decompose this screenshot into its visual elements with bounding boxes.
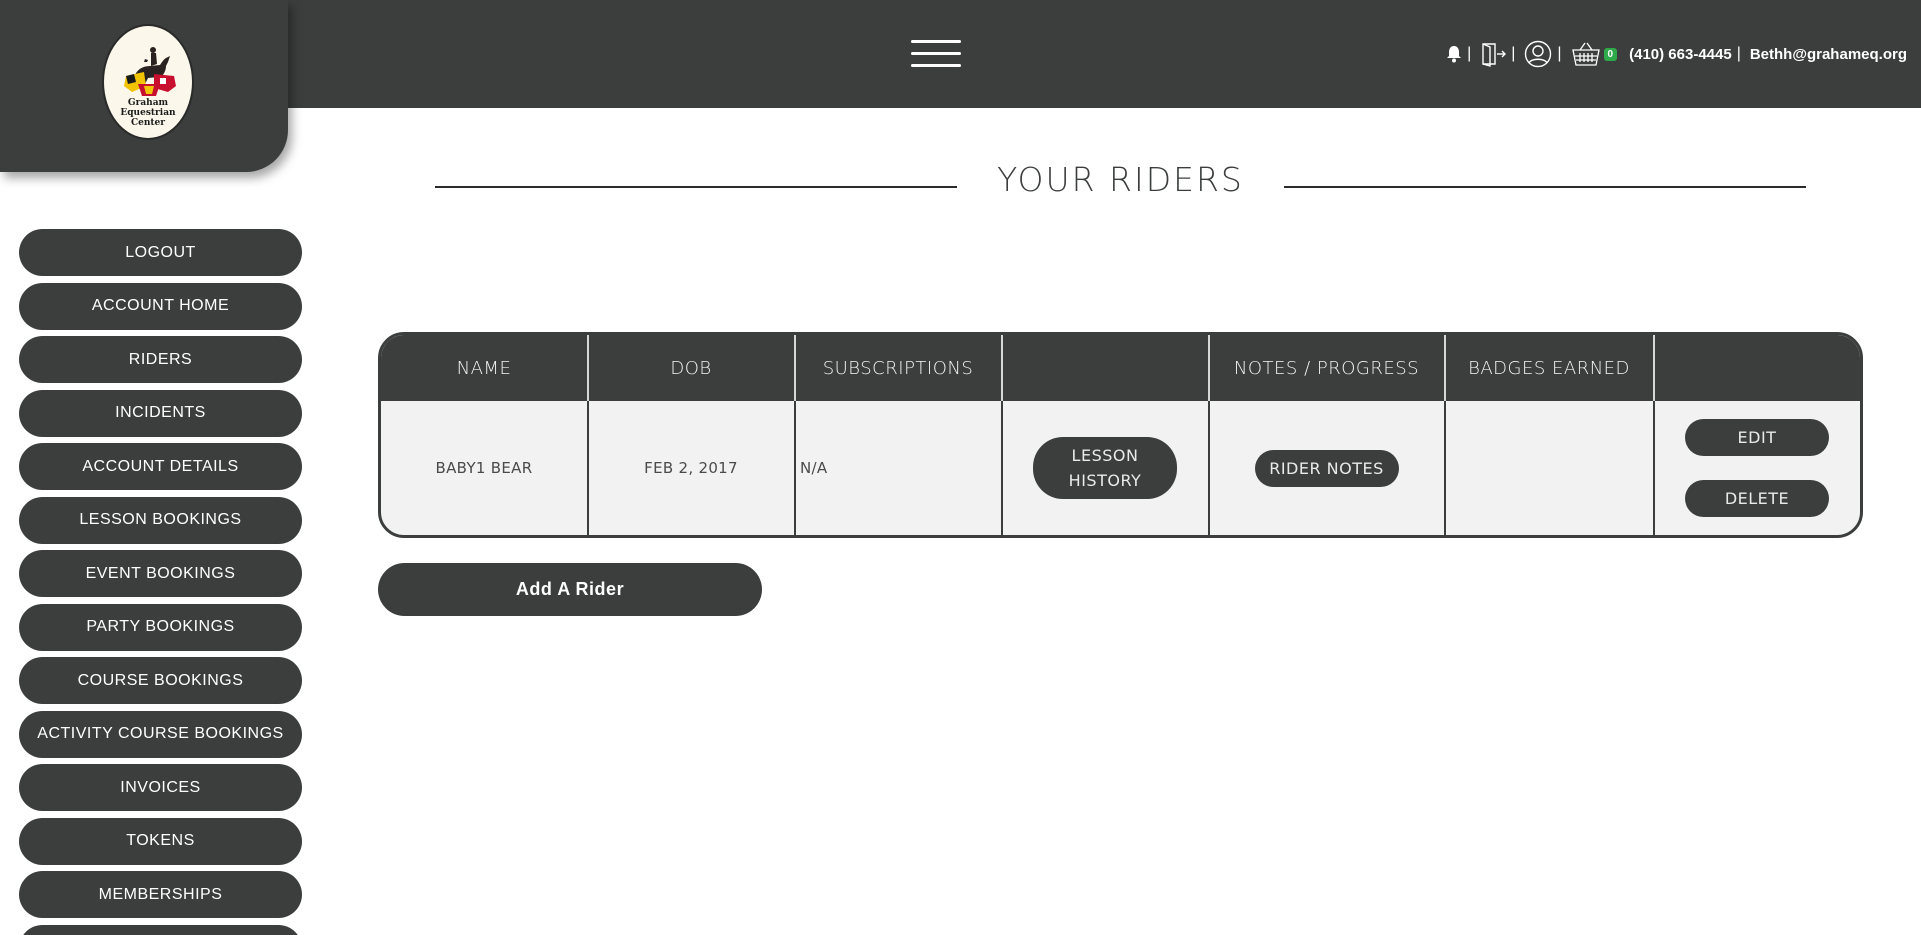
sidebar-item-lesson-bookings[interactable]: LESSON BOOKINGS (19, 496, 302, 544)
cell-actions: EDIT DELETE (1654, 401, 1860, 535)
cell-rider-dob: FEB 2, 2017 (644, 459, 738, 477)
cell-rider-subscriptions: N/A (800, 459, 828, 477)
page: | | | 0 (410) 663-4445 | Bethh@grahameq.… (0, 0, 1921, 935)
edit-rider-button[interactable]: EDIT (1685, 419, 1829, 456)
sidebar-item-invoices[interactable]: INVOICES (19, 764, 302, 811)
column-header-name: NAME (456, 357, 512, 379)
add-rider-button[interactable]: Add A Rider (378, 563, 762, 616)
page-title: YOUR RIDERS (997, 160, 1244, 199)
sidebar-item-account-home[interactable]: ACCOUNT HOME (19, 282, 302, 330)
top-header-bar: | | | 0 (410) 663-4445 | Bethh@grahameq.… (0, 0, 1921, 108)
cell-notes-progress: RIDER NOTES (1209, 401, 1444, 535)
sidebar-item-riders[interactable]: RIDERS (19, 336, 302, 383)
header-divider (1653, 335, 1655, 401)
sidebar-item-memberships[interactable]: MEMBERSHIPS (19, 871, 302, 918)
sidebar-item-event-bookings[interactable]: EVENT BOOKINGS (19, 550, 302, 597)
column-header-lesson-history (1002, 335, 1208, 401)
column-header-badges-earned: BADGES EARNED (1468, 357, 1630, 379)
lesson-history-button[interactable]: LESSON HISTORY (1033, 437, 1177, 499)
sidebar-item-party-bookings[interactable]: PARTY BOOKINGS (19, 603, 302, 651)
column-header-actions (1654, 335, 1860, 401)
rider-notes-button[interactable]: RIDER NOTES (1254, 449, 1399, 487)
separator: | (1467, 45, 1472, 62)
sidebar-item-account-details[interactable]: ACCOUNT DETAILS (19, 443, 302, 490)
header-utilities: | | | 0 (410) 663-4445 | Bethh@grahameq.… (1446, 36, 1907, 72)
hamburger-menu-icon[interactable] (911, 40, 961, 70)
bell-icon[interactable] (1446, 45, 1462, 63)
cell-lesson-history: LESSON HISTORY (1002, 401, 1208, 535)
sidebar-item-tokens[interactable]: TOKENS (19, 817, 302, 865)
sidebar-item-more[interactable] (19, 924, 302, 935)
header-divider (587, 335, 589, 401)
separator: | (1557, 45, 1562, 62)
column-header-subscriptions: SUBSCRIPTIONS (822, 357, 974, 379)
header-divider (1001, 335, 1003, 401)
shopping-basket-icon[interactable] (1571, 41, 1601, 67)
sidebar-nav: LOGOUT ACCOUNT HOME RIDERS INCIDENTS ACC… (19, 229, 302, 935)
sidebar-item-course-bookings[interactable]: COURSE BOOKINGS (19, 657, 302, 704)
exit-door-icon[interactable] (1480, 41, 1507, 67)
logo-card: Graham Equestrian Center (0, 0, 288, 172)
header-divider (1444, 335, 1446, 401)
user-account-icon[interactable] (1524, 40, 1552, 68)
sidebar-item-logout[interactable]: LOGOUT (19, 229, 302, 276)
delete-rider-button[interactable]: DELETE (1685, 480, 1829, 517)
separator: | (1736, 45, 1741, 62)
cell-badges-earned (1445, 401, 1653, 535)
sidebar-item-incidents[interactable]: INCIDENTS (19, 389, 302, 437)
column-header-notes-progress: NOTES / PROGRESS (1233, 357, 1420, 379)
site-logo[interactable]: Graham Equestrian Center (102, 24, 194, 140)
separator: | (1511, 45, 1516, 62)
cart-count-badge: 0 (1603, 47, 1618, 61)
header-divider (794, 335, 796, 401)
sidebar-item-activity-course-bookings[interactable]: ACTIVITY COURSE BOOKINGS (19, 710, 302, 758)
column-header-dob: DOB (670, 357, 712, 379)
logo-wordmark: Graham Equestrian Center (120, 98, 176, 128)
cell-rider-name: BABY1 BEAR (435, 459, 533, 477)
email-link[interactable]: Bethh@grahameq.org (1750, 46, 1907, 63)
title-divider-right (1284, 186, 1806, 188)
lesson-history-label-line1: LESSON (1071, 446, 1139, 465)
title-divider-left (435, 186, 957, 188)
riders-table: NAME DOB SUBSCRIPTIONS NOTES / PROGRESS … (378, 332, 1863, 538)
page-title-row: YOUR RIDERS (435, 160, 1806, 210)
header-divider (1208, 335, 1210, 401)
lesson-history-label-line2: HISTORY (1068, 471, 1142, 490)
phone-link[interactable]: (410) 663-4445 (1629, 46, 1732, 63)
